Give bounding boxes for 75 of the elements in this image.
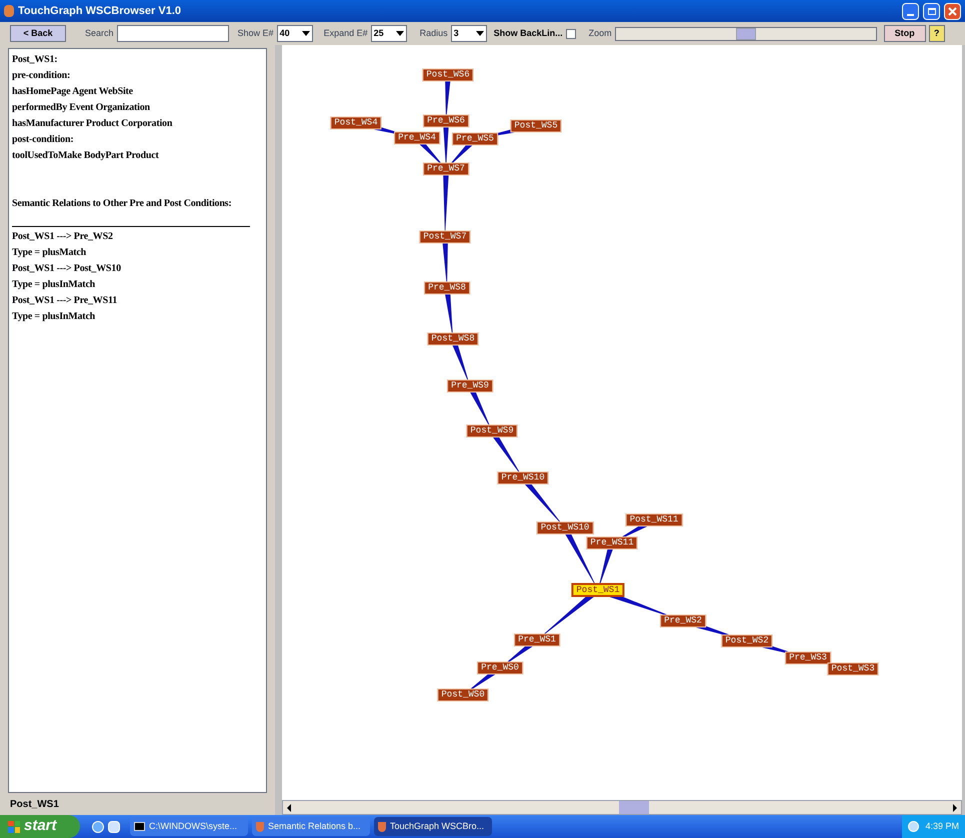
relation-line: Type = plusMatch [12, 246, 87, 260]
graph-node[interactable]: Post_WS2 [721, 634, 773, 648]
status-text: Post_WS1 [10, 798, 59, 812]
info-line: toolUsedToMake BodyPart Product [12, 149, 160, 163]
zoom-thumb[interactable] [736, 28, 756, 40]
clock: 4:39 PM [925, 820, 959, 833]
graph-node[interactable]: Pre_WS11 [586, 536, 638, 550]
graph-node[interactable]: Post_WS4 [330, 116, 382, 130]
relations-heading: Semantic Relations to Other Pre and Post Conditions: [12, 197, 233, 211]
backlinks-label: Show BackLin... [494, 26, 563, 40]
zoom-label: Zoom [588, 26, 612, 40]
graph-node[interactable]: Post_WS8 [427, 332, 479, 346]
graph-node[interactable]: Pre_WS0 [477, 662, 523, 674]
graph-node[interactable]: Pre_WS9 [447, 380, 493, 392]
graph-node[interactable]: Pre_WS4 [394, 132, 440, 144]
radius-label: Radius [420, 26, 448, 40]
dropdown-arrow-icon [476, 31, 484, 36]
expand-label: Expand E# [324, 26, 368, 40]
dropdown[interactable]: 25 [370, 25, 407, 42]
zoom-slider[interactable] [614, 26, 877, 40]
graph-node[interactable]: Post_WS6 [422, 68, 474, 82]
graph-node[interactable]: Post_WS7 [419, 230, 471, 244]
taskbar-item[interactable]: Semantic Relations b... [252, 817, 370, 836]
app-icon [4, 5, 14, 17]
graph-node[interactable]: Post_WS10 [536, 522, 594, 534]
tray-icon[interactable] [908, 821, 920, 832]
relation-line: Type = plusInMatch [12, 310, 96, 324]
back-button[interactable]: < Back [10, 25, 66, 42]
graph-node[interactable]: Pre_WS7 [423, 162, 469, 176]
graph-node[interactable]: Pre_WS1 [514, 634, 560, 646]
graph-node[interactable]: Post_WS0 [437, 688, 489, 702]
stop-button[interactable]: Stop [884, 25, 926, 42]
search-label: Search [85, 26, 114, 40]
graph-node[interactable]: Pre_WS6 [423, 114, 469, 128]
show-label: Show E# [238, 26, 274, 40]
graph-node[interactable]: Post_WS9 [466, 424, 518, 438]
graph-node[interactable]: Post_WS3 [827, 662, 879, 676]
relation-line: Post_WS1 ---> Pre_WS11 [12, 294, 118, 308]
dropdown[interactable]: 40 [276, 25, 313, 42]
graph-node[interactable]: Post_WS1 [571, 583, 625, 597]
info-line: pre-condition: [12, 69, 72, 83]
graph-node[interactable]: Pre_WS5 [452, 132, 498, 146]
info-line: performedBy Event Organization [12, 101, 151, 115]
window-title: TouchGraph WSCBrowser V1.0 [18, 4, 182, 19]
help-button[interactable]: ? [928, 25, 945, 42]
graph-node[interactable]: Pre_WS10 [497, 472, 549, 484]
dropdown-arrow-icon [396, 31, 404, 36]
minimize-button[interactable] [902, 2, 919, 20]
relation-line: Post_WS1 ---> Pre_WS2 [12, 230, 114, 244]
search-field[interactable] [116, 25, 229, 42]
horizontal-scrollbar[interactable] [282, 800, 962, 815]
info-line: post-condition: [12, 133, 74, 147]
graph-node[interactable]: Pre_WS2 [660, 614, 706, 628]
close-button[interactable] [944, 2, 961, 20]
close-icon [948, 6, 957, 16]
relation-line: Post_WS1 ---> Post_WS10 [12, 262, 122, 276]
start-button[interactable]: start [0, 815, 80, 838]
taskbar-item[interactable]: TouchGraph WSCBro... [374, 817, 492, 836]
relation-line: Type = plusInMatch [12, 278, 96, 292]
windows-logo-icon [8, 820, 20, 832]
info-line: hasManufacturer Product Corporation [12, 117, 174, 131]
maximize-button[interactable] [923, 2, 940, 20]
dropdown-arrow-icon [302, 31, 310, 36]
info-line: hasHomePage Agent WebSite [12, 85, 134, 99]
dropdown[interactable]: 3 [450, 25, 487, 42]
backlinks-checkbox[interactable] [566, 28, 576, 38]
console-icon [134, 822, 145, 831]
graph-node[interactable]: Post_WS11 [626, 514, 682, 526]
graph-node[interactable]: Pre_WS3 [785, 652, 831, 664]
browser-icon[interactable] [92, 820, 104, 832]
info-line: Post_WS1: [12, 53, 58, 67]
taskbar-item[interactable]: C:\WINDOWS\syste... [130, 817, 248, 836]
graph-node[interactable]: Post_WS5 [510, 120, 562, 132]
scroll-thumb[interactable] [619, 801, 649, 814]
graph-node[interactable]: Pre_WS8 [424, 282, 470, 294]
